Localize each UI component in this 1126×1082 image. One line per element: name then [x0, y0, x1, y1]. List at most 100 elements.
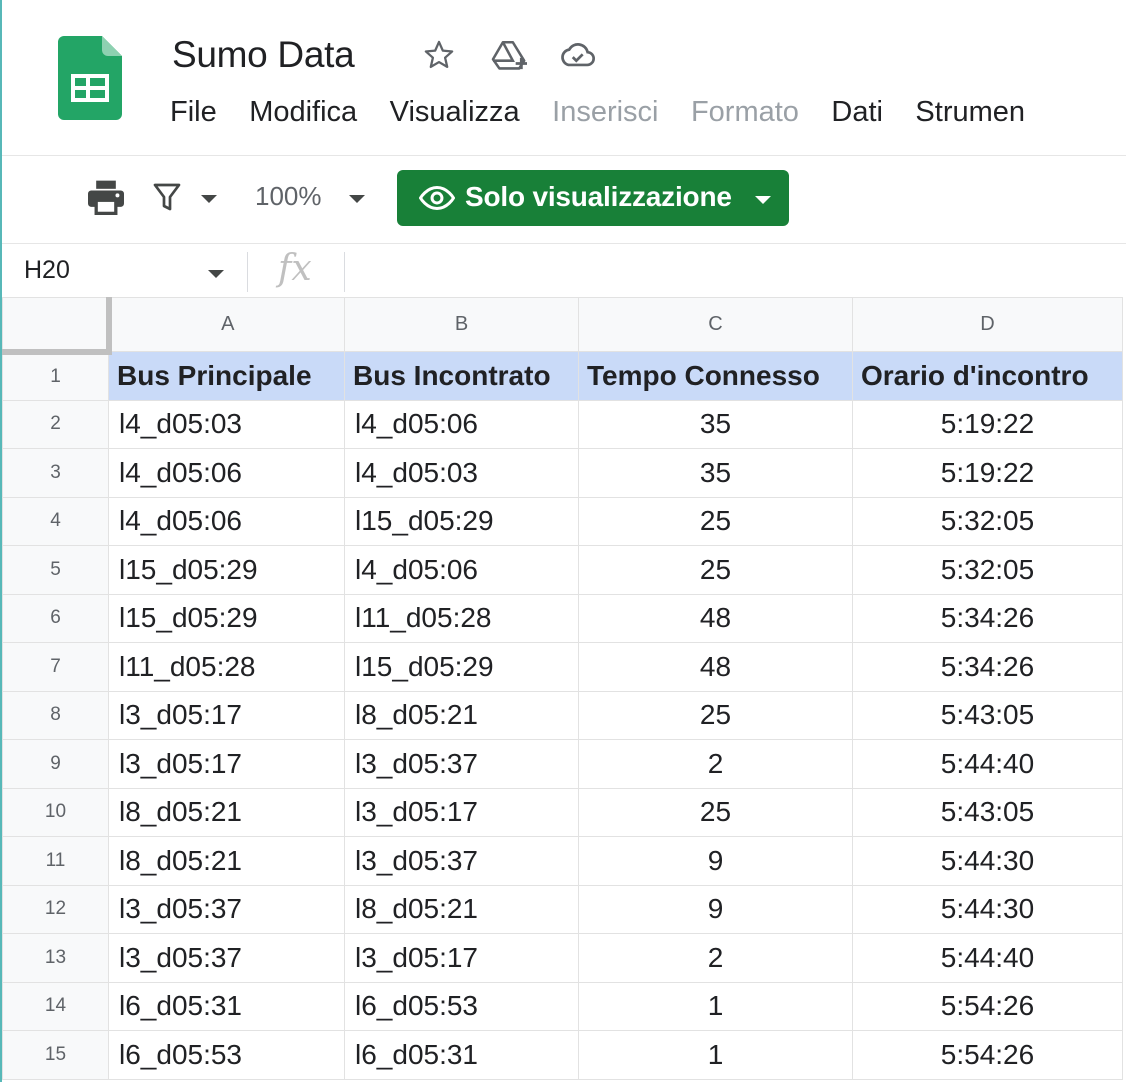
header-cell[interactable]: Bus Incontrato: [344, 351, 579, 401]
grid-cell[interactable]: 2: [578, 739, 853, 789]
grid-cell[interactable]: 25: [578, 545, 853, 595]
grid-cell[interactable]: l3_d05:37: [108, 884, 345, 934]
grid-cell[interactable]: 5:44:40: [852, 933, 1123, 983]
zoom-caret-icon[interactable]: [349, 194, 365, 204]
grid-cell[interactable]: 5:54:26: [852, 1030, 1123, 1080]
grid-cell[interactable]: l8_d05:21: [108, 787, 345, 837]
grid-cell[interactable]: 48: [578, 642, 853, 692]
grid-cell[interactable]: l15_d05:29: [108, 593, 345, 643]
row-number[interactable]: 9: [2, 739, 109, 789]
row-number[interactable]: 12: [2, 884, 109, 934]
row-number[interactable]: 14: [2, 981, 109, 1031]
row-number[interactable]: 8: [2, 690, 109, 740]
grid-cell[interactable]: l6_d05:53: [344, 981, 579, 1031]
grid-cell[interactable]: l4_d05:06: [344, 399, 579, 449]
row-number[interactable]: 5: [2, 545, 109, 595]
grid-cell[interactable]: l3_d05:37: [344, 836, 579, 886]
print-icon[interactable]: [86, 179, 126, 215]
grid-cell[interactable]: 25: [578, 496, 853, 546]
row-number[interactable]: 1: [2, 351, 109, 401]
grid-cell[interactable]: 5:32:05: [852, 545, 1123, 595]
menu-edit[interactable]: Modifica: [249, 96, 357, 129]
grid-cell[interactable]: 5:19:22: [852, 399, 1123, 449]
grid-cell[interactable]: l3_d05:17: [344, 787, 579, 837]
menu-insert[interactable]: Inserisci: [552, 96, 658, 129]
grid-cell[interactable]: 5:44:30: [852, 836, 1123, 886]
star-icon[interactable]: [422, 38, 456, 72]
row-number[interactable]: 13: [2, 933, 109, 983]
grid-cell[interactable]: 9: [578, 836, 853, 886]
row-number[interactable]: 4: [2, 496, 109, 546]
sheets-logo-icon[interactable]: [58, 36, 122, 120]
menu-data[interactable]: Dati: [831, 96, 883, 129]
grid-cell[interactable]: l4_d05:03: [108, 399, 345, 449]
row-number[interactable]: 7: [2, 642, 109, 692]
row-number[interactable]: 6: [2, 593, 109, 643]
row-number[interactable]: 3: [2, 448, 109, 498]
grid-cell[interactable]: l3_d05:37: [108, 933, 345, 983]
grid-cell[interactable]: l4_d05:03: [344, 448, 579, 498]
grid-cell[interactable]: l3_d05:17: [108, 739, 345, 789]
row-number[interactable]: 2: [2, 399, 109, 449]
name-box[interactable]: H20: [24, 256, 70, 285]
view-only-button[interactable]: Solo visualizzazione: [397, 170, 789, 226]
grid-cell[interactable]: l3_d05:17: [108, 690, 345, 740]
grid-cell[interactable]: l15_d05:29: [344, 642, 579, 692]
column-header-a[interactable]: A: [108, 297, 345, 352]
menu-file[interactable]: File: [170, 96, 217, 129]
grid-cell[interactable]: 5:43:05: [852, 690, 1123, 740]
menu-format[interactable]: Formato: [691, 96, 799, 129]
move-to-drive-icon[interactable]: [490, 38, 530, 72]
row-number[interactable]: 15: [2, 1030, 109, 1080]
column-header-d[interactable]: D: [852, 297, 1123, 352]
grid-cell[interactable]: l8_d05:21: [108, 836, 345, 886]
grid-cell[interactable]: 9: [578, 884, 853, 934]
grid-cell[interactable]: 1: [578, 1030, 853, 1080]
row-number[interactable]: 11: [2, 836, 109, 886]
grid-cell[interactable]: 5:44:30: [852, 884, 1123, 934]
grid-cell[interactable]: l4_d05:06: [108, 496, 345, 546]
grid-cell[interactable]: l3_d05:37: [344, 739, 579, 789]
header-cell[interactable]: Tempo Connesso: [578, 351, 853, 401]
grid-cell[interactable]: 5:44:40: [852, 739, 1123, 789]
column-header-c[interactable]: C: [578, 297, 853, 352]
grid-cell[interactable]: l6_d05:31: [108, 981, 345, 1031]
grid-cell[interactable]: l6_d05:53: [108, 1030, 345, 1080]
grid-cell[interactable]: 5:34:26: [852, 593, 1123, 643]
grid-cell[interactable]: l15_d05:29: [108, 545, 345, 595]
grid-cell[interactable]: 2: [578, 933, 853, 983]
grid-cell[interactable]: 5:54:26: [852, 981, 1123, 1031]
formula-input[interactable]: [362, 252, 1122, 292]
name-box-caret-icon[interactable]: [208, 269, 224, 279]
header-cell[interactable]: Orario d'incontro: [852, 351, 1123, 401]
row-number[interactable]: 10: [2, 787, 109, 837]
grid-cell[interactable]: 35: [578, 448, 853, 498]
grid-cell[interactable]: 25: [578, 690, 853, 740]
grid-cell[interactable]: l11_d05:28: [344, 593, 579, 643]
filter-icon[interactable]: [152, 180, 182, 214]
document-title[interactable]: Sumo Data: [172, 34, 355, 76]
grid-cell[interactable]: 5:34:26: [852, 642, 1123, 692]
grid-cell[interactable]: 1: [578, 981, 853, 1031]
grid-cell[interactable]: l8_d05:21: [344, 884, 579, 934]
grid-cell[interactable]: 5:32:05: [852, 496, 1123, 546]
grid-cell[interactable]: 25: [578, 787, 853, 837]
header-cell[interactable]: Bus Principale: [108, 351, 345, 401]
grid-cell[interactable]: l15_d05:29: [344, 496, 579, 546]
zoom-select[interactable]: 100%: [255, 181, 322, 212]
grid-cell[interactable]: 35: [578, 399, 853, 449]
grid-cell[interactable]: l4_d05:06: [344, 545, 579, 595]
grid-cell[interactable]: l4_d05:06: [108, 448, 345, 498]
menu-tools[interactable]: Strumen: [915, 96, 1025, 129]
grid-cell[interactable]: l6_d05:31: [344, 1030, 579, 1080]
column-header-b[interactable]: B: [344, 297, 579, 352]
grid-cell[interactable]: l3_d05:17: [344, 933, 579, 983]
grid-cell[interactable]: l11_d05:28: [108, 642, 345, 692]
grid-cell[interactable]: l8_d05:21: [344, 690, 579, 740]
filter-dropdown-caret-icon[interactable]: [201, 194, 217, 204]
grid-cell[interactable]: 5:43:05: [852, 787, 1123, 837]
menu-view[interactable]: Visualizza: [390, 96, 520, 129]
select-all-corner[interactable]: [2, 297, 112, 355]
grid-cell[interactable]: 48: [578, 593, 853, 643]
grid-cell[interactable]: 5:19:22: [852, 448, 1123, 498]
